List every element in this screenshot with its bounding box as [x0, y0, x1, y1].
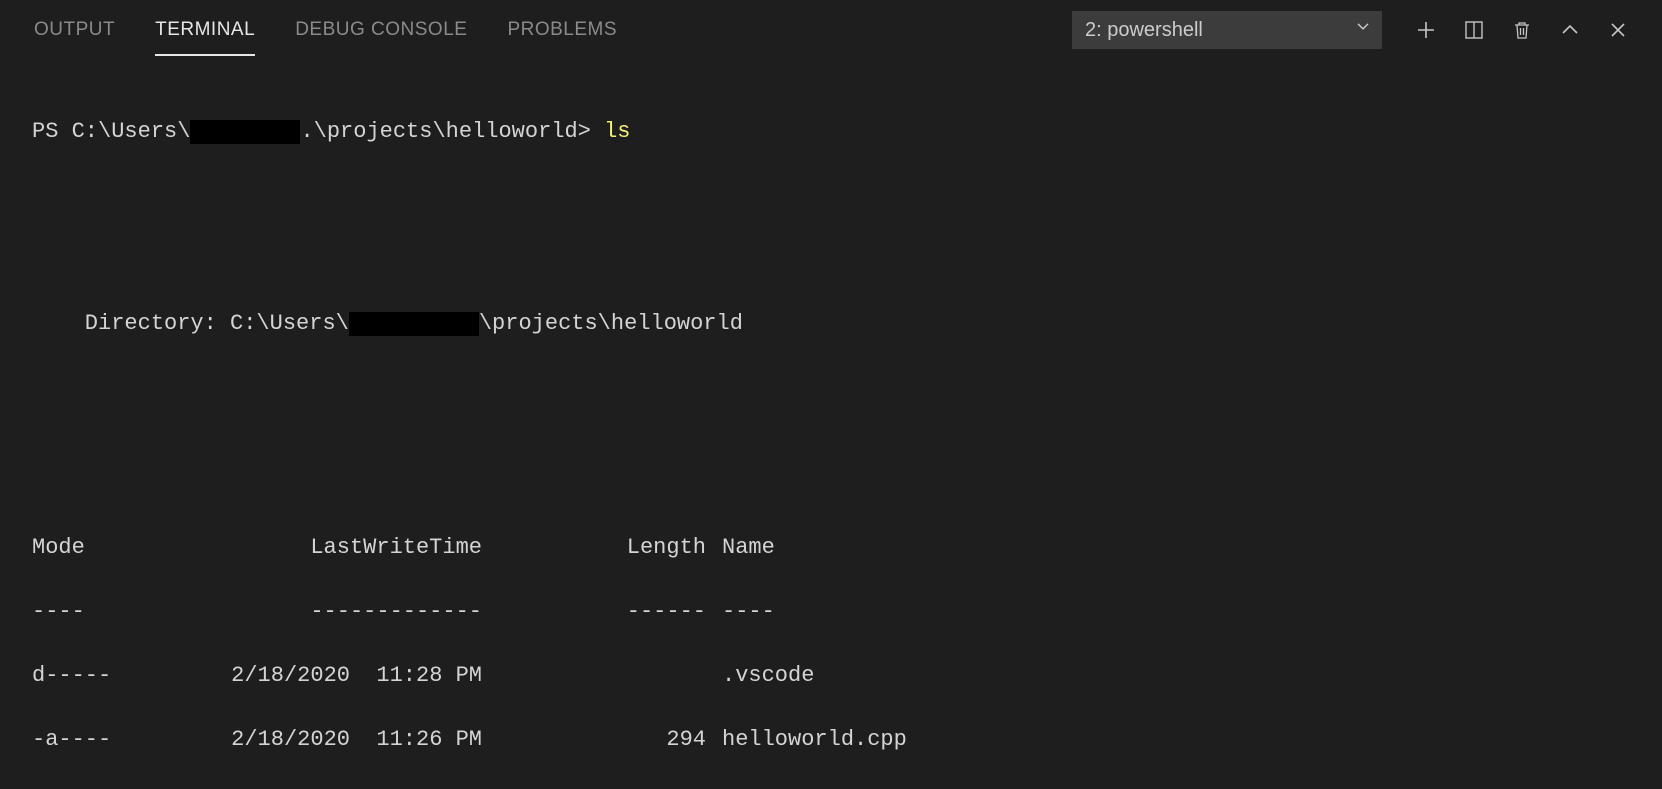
directory-label: Directory: C:\Users\ — [32, 311, 349, 336]
redacted-username — [190, 120, 300, 144]
tab-output[interactable]: OUTPUT — [34, 5, 115, 56]
chevron-down-icon — [1355, 17, 1371, 40]
command-text: ls — [604, 119, 630, 144]
panel-toolbar: 2: powershell — [1072, 11, 1632, 49]
directory-label: \projects\helloworld — [479, 311, 743, 336]
listing-row: d-----2/18/2020 11:28 PM.vscode — [32, 660, 1630, 692]
maximize-panel-button[interactable] — [1556, 16, 1584, 44]
tab-debug-console[interactable]: DEBUG CONSOLE — [295, 5, 467, 56]
tab-problems[interactable]: PROBLEMS — [507, 5, 617, 56]
new-terminal-button[interactable] — [1412, 16, 1440, 44]
prompt-text: .\projects\helloworld> — [300, 119, 604, 144]
directory-listing: ModeLastWriteTimeLengthName ------------… — [32, 500, 1630, 789]
listing-dashes: --------------------------- — [32, 596, 1630, 628]
terminal-selector-dropdown[interactable]: 2: powershell — [1072, 11, 1382, 49]
listing-header: ModeLastWriteTimeLengthName — [32, 532, 1630, 564]
prompt-text: PS C:\Users\ — [32, 119, 190, 144]
listing-row: -a----2/18/2020 11:26 PM294helloworld.cp… — [32, 724, 1630, 756]
tab-terminal[interactable]: TERMINAL — [155, 5, 255, 56]
kill-terminal-button[interactable] — [1508, 16, 1536, 44]
panel-header: OUTPUT TERMINAL DEBUG CONSOLE PROBLEMS 2… — [0, 0, 1662, 60]
terminal-selector-label: 2: powershell — [1085, 19, 1203, 42]
redacted-username — [349, 312, 479, 336]
close-panel-button[interactable] — [1604, 16, 1632, 44]
split-terminal-button[interactable] — [1460, 16, 1488, 44]
terminal-output[interactable]: PS C:\Users\ .\projects\helloworld> ls Di… — [0, 60, 1662, 789]
panel-tabs: OUTPUT TERMINAL DEBUG CONSOLE PROBLEMS — [34, 5, 617, 56]
